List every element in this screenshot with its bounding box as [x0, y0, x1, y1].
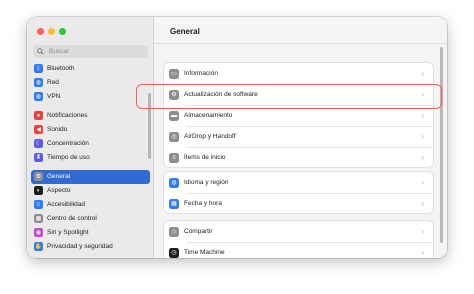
sidebar-item[interactable]: ◐ Aspecto: [31, 184, 150, 198]
settings-row[interactable]: ◎ AirDrop y Handoff ›: [164, 126, 433, 147]
globe-icon: ◍: [34, 78, 43, 88]
chevron-right-icon: ›: [421, 132, 424, 141]
storage-highlight-outline: [136, 84, 442, 109]
sidebar: Buscar ᛒ Bluetooth ◍ Red ◍ VPN ● Notificaciones…: [27, 17, 154, 258]
sidebar-item-label: Centro de control: [47, 215, 97, 223]
sidebar-item[interactable]: ◍ VPN: [31, 90, 150, 104]
close-window-button[interactable]: [37, 28, 44, 35]
chevron-right-icon: ›: [421, 178, 424, 187]
minimize-window-button[interactable]: [48, 28, 55, 35]
settings-window: Buscar ᛒ Bluetooth ◍ Red ◍ VPN ● Notificaciones…: [27, 17, 447, 258]
sidebar-item[interactable]: ᛒ Bluetooth: [31, 62, 150, 76]
search-placeholder: Buscar: [49, 48, 70, 55]
settings-row[interactable]: ▦ Fecha y hora ›: [164, 193, 433, 214]
settings-row-label: Información: [184, 70, 218, 77]
sidebar-item-label: Bluetooth: [47, 65, 75, 73]
settings-row-label: Ítems de inicio: [184, 154, 226, 161]
sidebar-item[interactable]: ⧗ Tiempo de uso: [31, 151, 150, 165]
sidebar-item[interactable]: ◉ Siri y Spotlight: [31, 226, 150, 240]
bluetooth-icon: ᛒ: [34, 64, 43, 74]
settings-row[interactable]: ◍ Idioma y región ›: [164, 172, 433, 193]
title-divider: [154, 43, 447, 44]
sidebar-list: ᛒ Bluetooth ◍ Red ◍ VPN ● Notificaciones ◀ Sonido…: [31, 62, 150, 254]
storage-icon: ▬: [169, 110, 179, 121]
sidebar-item-label: Notificaciones: [47, 112, 88, 120]
siri-icon: ◉: [34, 228, 43, 238]
control-center-icon: ▦: [34, 214, 43, 224]
airdrop-icon: ◎: [169, 131, 179, 142]
settings-row-label: AirDrop y Handoff: [184, 133, 236, 140]
sidebar-item-label: Sonido: [47, 126, 68, 134]
settings-row[interactable]: ◷ Time Machine ›: [164, 242, 433, 258]
moon-icon: ☾: [34, 139, 43, 149]
settings-row-label: Idioma y región: [184, 179, 229, 186]
search-icon: [37, 48, 44, 55]
main-pane: General ▭ Información › ⚙ Actualización de s…: [154, 17, 447, 258]
page-title: General: [170, 27, 200, 36]
settings-group: ◍ Idioma y región › ▦ Fecha y hora ›: [163, 171, 434, 214]
calendar-icon: ▦: [169, 198, 179, 209]
settings-row-label: Fecha y hora: [184, 200, 222, 207]
search-field[interactable]: Buscar: [33, 45, 148, 58]
settings-row[interactable]: ◇ Compartir ›: [164, 221, 433, 242]
zoom-window-button[interactable]: [59, 28, 66, 35]
accessibility-icon: ☺: [34, 200, 43, 210]
sidebar-item-label: Aspecto: [47, 187, 71, 195]
chevron-right-icon: ›: [421, 248, 424, 257]
speaker-icon: ◀: [34, 125, 43, 135]
sidebar-item[interactable]: ☺ Accesibilidad: [31, 198, 150, 212]
chevron-right-icon: ›: [421, 227, 424, 236]
sidebar-item-label: Red: [47, 79, 59, 87]
globe-icon: ◍: [169, 177, 179, 188]
chevron-right-icon: ›: [421, 111, 424, 120]
chevron-right-icon: ›: [421, 153, 424, 162]
sidebar-item-label: Tiempo de uso: [47, 154, 90, 162]
time-machine-icon: ◷: [169, 247, 179, 258]
vpn-globe-icon: ◍: [34, 92, 43, 102]
settings-row[interactable]: ▭ Información ›: [164, 63, 433, 84]
main-scrollbar[interactable]: [440, 47, 443, 243]
sidebar-item[interactable]: ▦ Centro de control: [31, 212, 150, 226]
chevron-right-icon: ›: [421, 69, 424, 78]
list-icon: ≡: [169, 152, 179, 163]
sidebar-item[interactable]: ● Notificaciones: [31, 109, 150, 123]
settings-row-label: Almacenamiento: [184, 112, 233, 119]
sidebar-item-label: VPN: [47, 93, 61, 101]
hand-icon: ✋: [34, 242, 43, 252]
sidebar-item-label: Accesibilidad: [47, 201, 85, 209]
sidebar-item-label: Siri y Spotlight: [47, 229, 89, 237]
settings-row-label: Compartir: [184, 228, 213, 235]
laptop-icon: ▭: [169, 68, 179, 79]
settings-row-label: Time Machine: [184, 249, 225, 256]
sidebar-item-label: General: [47, 173, 71, 181]
sidebar-item[interactable]: ✋ Privacidad y seguridad: [31, 240, 150, 254]
bell-icon: ●: [34, 111, 43, 121]
share-icon: ◇: [169, 226, 179, 237]
sidebar-item-label: Privacidad y seguridad: [47, 243, 113, 251]
sidebar-item[interactable]: ◍ Red: [31, 76, 150, 90]
sidebar-item[interactable]: ◀ Sonido: [31, 123, 150, 137]
gear-icon: ⚙: [34, 172, 43, 182]
hourglass-icon: ⧗: [34, 153, 43, 163]
settings-group: ▭ Información › ⚙ Actualización de software ›…: [163, 62, 434, 168]
appearance-icon: ◐: [34, 186, 43, 196]
settings-group: ◇Compartir›◷Time Machine›↺Transferir o r…: [163, 220, 434, 258]
chevron-right-icon: ›: [421, 199, 424, 208]
settings-row[interactable]: ≡ Ítems de inicio ›: [164, 147, 433, 168]
sidebar-item-label: Concentración: [47, 140, 89, 148]
sidebar-item[interactable]: ☾ Concentración: [31, 137, 150, 151]
sidebar-item[interactable]: ⚙ General: [31, 170, 150, 184]
